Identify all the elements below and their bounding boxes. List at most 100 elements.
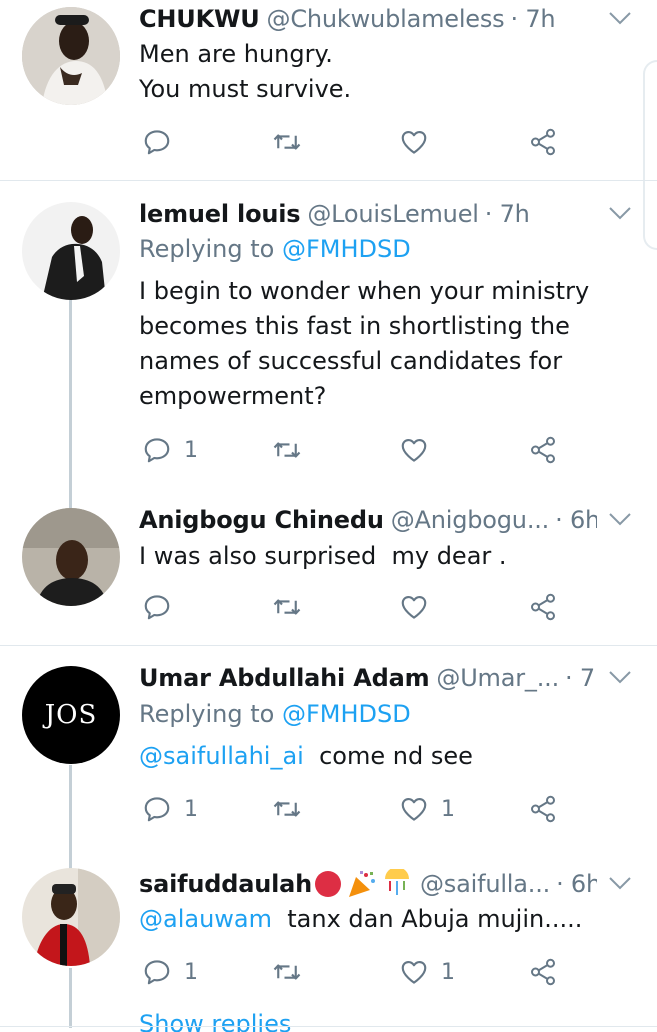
tweet-text: @alauwam tanx dan Abuja mujin..... xyxy=(139,902,617,937)
handle[interactable]: @Umar_... xyxy=(436,664,559,692)
mention-link[interactable]: @alauwam xyxy=(139,905,272,933)
timestamp[interactable]: · 6h xyxy=(556,870,597,898)
like-icon xyxy=(399,794,429,824)
tweet-actions: 1 1 xyxy=(0,952,657,992)
share-icon xyxy=(528,127,558,157)
retweet-icon xyxy=(272,794,302,824)
share-icon xyxy=(528,592,558,622)
avatar[interactable]: JOS xyxy=(22,666,120,764)
tweet[interactable]: CHUKWU @Chukwublameless · 7h Men are hun… xyxy=(0,0,657,180)
tweet-text: I begin to wonder when your ministry bec… xyxy=(139,277,597,410)
avatar[interactable] xyxy=(22,7,120,105)
like-icon xyxy=(399,127,429,157)
retweet-button[interactable] xyxy=(272,587,302,627)
share-icon xyxy=(528,957,558,987)
tweet-body: tanx dan Abuja mujin..... xyxy=(272,905,583,933)
like-count: 1 xyxy=(441,796,455,822)
reply-icon xyxy=(142,592,172,622)
timestamp[interactable]: · 7h xyxy=(565,664,597,692)
timestamp[interactable]: · 7h xyxy=(485,200,530,228)
display-name[interactable]: CHUKWU xyxy=(139,5,260,33)
display-name[interactable]: Umar Abdullahi Adam xyxy=(139,664,430,692)
tweet[interactable]: JOS Umar Abdullahi Adam @Umar_... · 7h R… xyxy=(0,646,657,851)
like-button[interactable] xyxy=(399,587,429,627)
red-circle-emoji xyxy=(314,871,341,897)
chevron-down-icon[interactable] xyxy=(607,873,633,893)
handle[interactable]: @Chukwublameless xyxy=(267,5,505,33)
tweet-actions: 1 xyxy=(0,430,657,470)
share-button[interactable] xyxy=(528,587,558,627)
tweet[interactable]: Anigbogu Chinedu @Anigbogu... · 6h I was… xyxy=(0,500,657,645)
retweet-button[interactable] xyxy=(272,952,302,992)
display-name[interactable]: lemuel louis xyxy=(139,200,301,228)
retweet-icon xyxy=(272,435,302,465)
like-icon xyxy=(399,592,429,622)
share-icon xyxy=(528,794,558,824)
reply-button[interactable] xyxy=(142,122,172,162)
display-name[interactable]: Anigbogu Chinedu xyxy=(139,506,384,534)
retweet-icon xyxy=(272,127,302,157)
share-button[interactable] xyxy=(528,122,558,162)
reply-button[interactable]: 1 xyxy=(142,789,198,829)
replying-to-mention[interactable]: @FMHDSD xyxy=(282,235,411,263)
mention-link[interactable]: @saifullahi_ai xyxy=(139,742,304,770)
replying-to-mention[interactable]: @FMHDSD xyxy=(282,700,411,728)
retweet-button[interactable] xyxy=(272,430,302,470)
timestamp[interactable]: · 6h xyxy=(555,506,597,534)
reply-count: 1 xyxy=(184,437,198,463)
tweet[interactable]: lemuel louis @LouisLemuel · 7h Replying … xyxy=(0,181,657,501)
replying-to: Replying to @FMHDSD xyxy=(139,235,411,263)
retweet-icon xyxy=(272,957,302,987)
replying-to-label: Replying to xyxy=(139,700,275,728)
reply-button[interactable]: 1 xyxy=(142,952,198,992)
reply-count: 1 xyxy=(184,959,198,985)
reply-icon xyxy=(142,957,172,987)
chevron-down-icon[interactable] xyxy=(607,203,633,223)
retweet-icon xyxy=(272,592,302,622)
handle[interactable]: @saifulla... xyxy=(420,870,550,898)
timestamp[interactable]: · 7h xyxy=(510,5,555,33)
tweet-body: come nd see xyxy=(303,742,473,770)
handle[interactable]: @Anigbogu... xyxy=(391,506,550,534)
chevron-down-icon[interactable] xyxy=(607,8,633,28)
display-name[interactable]: saifuddaulah xyxy=(139,870,312,898)
handle[interactable]: @LouisLemuel xyxy=(307,200,479,228)
chevron-down-icon[interactable] xyxy=(607,667,633,687)
share-button[interactable] xyxy=(528,952,558,992)
tweet-text: I was also surprised my dear . xyxy=(139,542,507,570)
like-button[interactable] xyxy=(399,122,429,162)
share-button[interactable] xyxy=(528,430,558,470)
like-count: 1 xyxy=(441,959,455,985)
like-icon xyxy=(399,435,429,465)
avatar-text: JOS xyxy=(44,700,98,730)
tweet-actions: 1 1 xyxy=(0,789,657,829)
tweet-text: @saifullahi_ai come nd see xyxy=(139,739,617,774)
share-icon xyxy=(528,435,558,465)
confetti-ball-emoji xyxy=(384,869,409,895)
reply-icon xyxy=(142,127,172,157)
like-button[interactable] xyxy=(399,430,429,470)
tweet-text: Men are hungry. You must survive. xyxy=(139,40,352,103)
show-replies-link[interactable]: Show replies xyxy=(139,1010,291,1032)
like-button[interactable]: 1 xyxy=(399,789,455,829)
tweet-actions xyxy=(0,587,657,627)
like-icon xyxy=(399,957,429,987)
party-popper-emoji xyxy=(348,871,375,897)
replying-to-label: Replying to xyxy=(139,235,275,263)
retweet-button[interactable] xyxy=(272,122,302,162)
tweet-actions xyxy=(0,122,657,162)
like-button[interactable]: 1 xyxy=(399,952,455,992)
reply-button[interactable]: 1 xyxy=(142,430,198,470)
divider xyxy=(0,1026,657,1027)
tweet[interactable]: saifuddaulah @saifulla... · 6h @alauwam … xyxy=(0,851,657,1011)
avatar[interactable] xyxy=(22,202,120,300)
reply-button[interactable] xyxy=(142,587,172,627)
reply-icon xyxy=(142,794,172,824)
chevron-down-icon[interactable] xyxy=(607,509,633,529)
reply-count: 1 xyxy=(184,796,198,822)
name-emojis xyxy=(313,869,413,899)
replying-to: Replying to @FMHDSD xyxy=(139,700,411,728)
reply-icon xyxy=(142,435,172,465)
retweet-button[interactable] xyxy=(272,789,302,829)
share-button[interactable] xyxy=(528,789,558,829)
